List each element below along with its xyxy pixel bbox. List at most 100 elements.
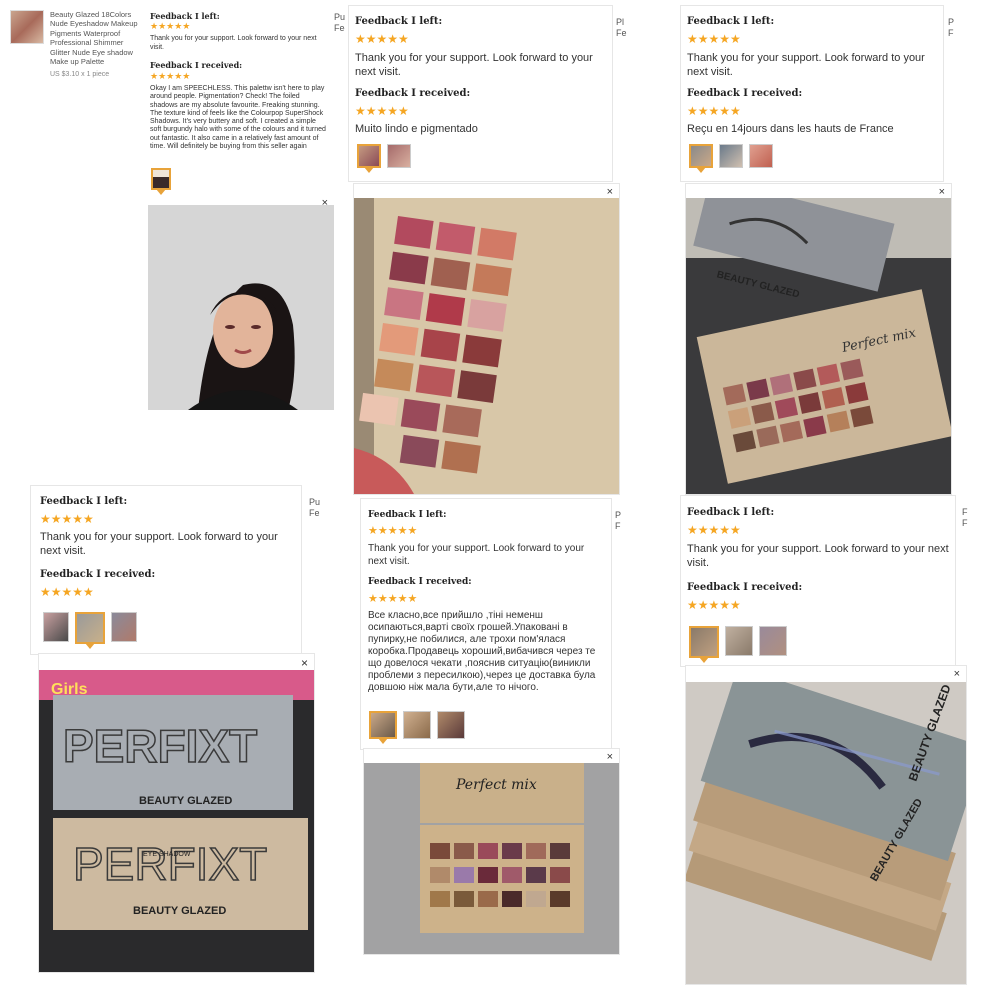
photo-viewer: × bbox=[353, 183, 620, 495]
photo-viewer: × bbox=[148, 195, 334, 410]
review-photo-perfectmix[interactable]: Perfect mix bbox=[364, 763, 619, 954]
review-photo-boxes[interactable]: BEAUTY GLAZED Perfect mix bbox=[686, 198, 951, 494]
palette-illustration bbox=[354, 198, 619, 494]
review-panel-3: Feedback I left: ★★★★★ Thank you for you… bbox=[680, 5, 960, 495]
feedback-received-heading: Feedback I received: bbox=[687, 88, 803, 99]
review-panel-4: Feedback I left: ★★★★★ Thank you for you… bbox=[30, 485, 330, 985]
photo-thumbnails bbox=[357, 144, 411, 173]
perfixt-illustration: Girls PERFIXT BEAUTY GLAZED PERFIXT EYE … bbox=[39, 670, 314, 972]
feedback-received-text: Reçu en 14jours dans les hauts de France bbox=[687, 123, 894, 135]
perfectmix-illustration: Perfect mix bbox=[364, 763, 619, 954]
review-card: Feedback I left: ★★★★★ Thank you for you… bbox=[348, 5, 613, 182]
photo-thumb-1[interactable] bbox=[357, 144, 381, 173]
feedback-left-text: Thank you for your support. Look forward… bbox=[40, 531, 278, 557]
photo-thumb-1[interactable] bbox=[689, 144, 713, 173]
review-panel-6: Feedback I left: ★★★★★ Thank you for you… bbox=[680, 495, 970, 995]
photo-thumb-2[interactable] bbox=[75, 612, 105, 649]
photo-thumb-1[interactable] bbox=[689, 626, 719, 663]
photo-viewer: × Perfect mix bbox=[363, 748, 620, 955]
photo-thumb-2[interactable] bbox=[719, 144, 743, 168]
feedback-left-heading: Feedback I left: bbox=[687, 507, 775, 518]
star-rating-received: ★★★★★ bbox=[687, 104, 741, 118]
feedback-left-text: Thank you for your support. Look forward… bbox=[687, 52, 925, 78]
box-title-text: Perfect mix bbox=[455, 777, 537, 793]
review-photo-thumb[interactable] bbox=[151, 168, 171, 195]
review-photo-perfixt[interactable]: Girls PERFIXT BEAUTY GLAZED PERFIXT EYE … bbox=[39, 670, 314, 972]
photo-viewer: × Girls PERFIXT BEAUTY GLAZED PERFIXT EY… bbox=[38, 653, 315, 973]
feedback-received-text: Все класно,все прийшло ,тіні неменш осип… bbox=[368, 610, 596, 693]
feedback-received-text: Okay I am SPEECHLESS. This palettw isn't… bbox=[150, 85, 326, 150]
photo-thumb-2[interactable] bbox=[725, 626, 753, 656]
review-photo-stack[interactable]: BEAUTY GLAZED BEAUTY GLAZED bbox=[686, 682, 966, 984]
feedback-received-heading: Feedback I received: bbox=[150, 60, 243, 70]
photo-thumb-2[interactable] bbox=[403, 711, 431, 739]
feedback-left-text: Thank you for your support. Look forward… bbox=[368, 543, 585, 567]
photo-thumb-3[interactable] bbox=[111, 612, 137, 642]
feedback-left-heading: Feedback I left: bbox=[687, 16, 775, 27]
photo-thumbnails bbox=[43, 612, 137, 649]
photo-thumbnails bbox=[689, 144, 773, 173]
close-icon[interactable]: × bbox=[954, 668, 960, 680]
close-icon[interactable]: × bbox=[301, 656, 308, 670]
feedback-left-heading: Feedback I left: bbox=[40, 496, 128, 507]
photo-thumb-1[interactable] bbox=[43, 612, 69, 642]
feedback-received-text: Muito lindo e pigmentado bbox=[355, 123, 478, 135]
palette-sub-text: EYE SHADOW bbox=[143, 851, 191, 858]
close-icon[interactable]: × bbox=[939, 186, 945, 198]
box-brand-text: BEAUTY GLAZED bbox=[139, 795, 232, 807]
feedback-left-heading: Feedback I left: bbox=[355, 16, 443, 27]
star-rating-left: ★★★★★ bbox=[687, 32, 741, 46]
photo-thumb-3[interactable] bbox=[437, 711, 465, 739]
review-photo-selfie[interactable] bbox=[148, 205, 334, 410]
review-card: Feedback I left: ★★★★★ Thank you for you… bbox=[680, 495, 956, 667]
feedback-received-heading: Feedback I received: bbox=[40, 569, 156, 580]
boxes-illustration: BEAUTY GLAZED Perfect mix bbox=[686, 198, 951, 494]
photo-thumbnails bbox=[689, 626, 787, 663]
palette-brand-big: PERFIXT bbox=[73, 838, 267, 890]
review-panel-5: Feedback I left: ★★★★★ Thank you for you… bbox=[360, 498, 630, 1000]
star-rating-received: ★★★★★ bbox=[355, 104, 409, 118]
feedback-received-heading: Feedback I received: bbox=[687, 582, 803, 593]
stack-illustration: BEAUTY GLAZED BEAUTY GLAZED bbox=[686, 682, 966, 984]
product-title[interactable]: Beauty Glazed 18Colors Nude Eyeshadow Ma… bbox=[50, 10, 142, 66]
feedback-received-heading: Feedback I received: bbox=[355, 88, 471, 99]
review-panel-2: Feedback I left: ★★★★★ Thank you for you… bbox=[348, 5, 628, 495]
photo-viewer: × BEAUTY GLAZED Perfect mix bbox=[685, 183, 952, 495]
feedback-left-text: Thank you for your support. Look forward… bbox=[687, 543, 949, 569]
star-rating-left: ★★★★★ bbox=[687, 523, 741, 537]
palette-brand-text: BEAUTY GLAZED bbox=[133, 905, 226, 917]
review-card: Feedback I left: ★★★★★ Thank you for you… bbox=[30, 485, 302, 655]
star-rating-received: ★★★★★ bbox=[150, 71, 191, 81]
feedback-left-heading: Feedback I left: bbox=[150, 11, 220, 21]
star-rating-received: ★★★★★ bbox=[687, 598, 741, 612]
photo-thumb-3[interactable] bbox=[759, 626, 787, 656]
star-rating-left: ★★★★★ bbox=[368, 525, 418, 537]
adjacent-card-edge: Pu Fe bbox=[309, 497, 321, 518]
photo-viewer: × BEAUTY GLAZED BEAUTY GLAZED bbox=[685, 665, 967, 985]
photo-thumb-1[interactable] bbox=[369, 711, 397, 744]
review-card: Feedback I left: ★★★★★ Thank you for you… bbox=[360, 498, 612, 750]
product-thumbnail[interactable] bbox=[10, 10, 44, 44]
star-rating-received: ★★★★★ bbox=[368, 593, 418, 605]
close-icon[interactable]: × bbox=[607, 186, 613, 198]
review-card: Feedback I left: ★★★★★ Thank you for you… bbox=[680, 5, 944, 182]
feedback-left-text: Thank you for your support. Look forward… bbox=[150, 35, 317, 51]
adjacent-card-edge: Pu Fee bbox=[334, 12, 345, 33]
photo-thumbnails bbox=[369, 711, 465, 744]
adjacent-card-edge: Pl Fe bbox=[616, 17, 627, 38]
adjacent-card-edge: F F bbox=[962, 507, 968, 528]
product-price: US $3.10 x 1 piece bbox=[50, 71, 110, 78]
review-card: Feedback I left: ★★★★★ Thank you for you… bbox=[145, 5, 330, 205]
star-rating-received: ★★★★★ bbox=[40, 585, 94, 599]
feedback-left-text: Thank you for your support. Look forward… bbox=[355, 52, 593, 78]
close-icon[interactable]: × bbox=[607, 751, 613, 763]
feedback-left-heading: Feedback I left: bbox=[368, 510, 447, 520]
adjacent-card-edge: P F bbox=[615, 510, 622, 531]
review-panel-1: Beauty Glazed 18Colors Nude Eyeshadow Ma… bbox=[0, 0, 345, 420]
photo-thumb-3[interactable] bbox=[749, 144, 773, 168]
feedback-received-heading: Feedback I received: bbox=[368, 577, 472, 587]
star-rating-left: ★★★★★ bbox=[150, 21, 191, 31]
photo-thumb-2[interactable] bbox=[387, 144, 411, 168]
box-brand-big: PERFIXT bbox=[63, 720, 257, 772]
review-photo-palette[interactable] bbox=[354, 198, 619, 494]
